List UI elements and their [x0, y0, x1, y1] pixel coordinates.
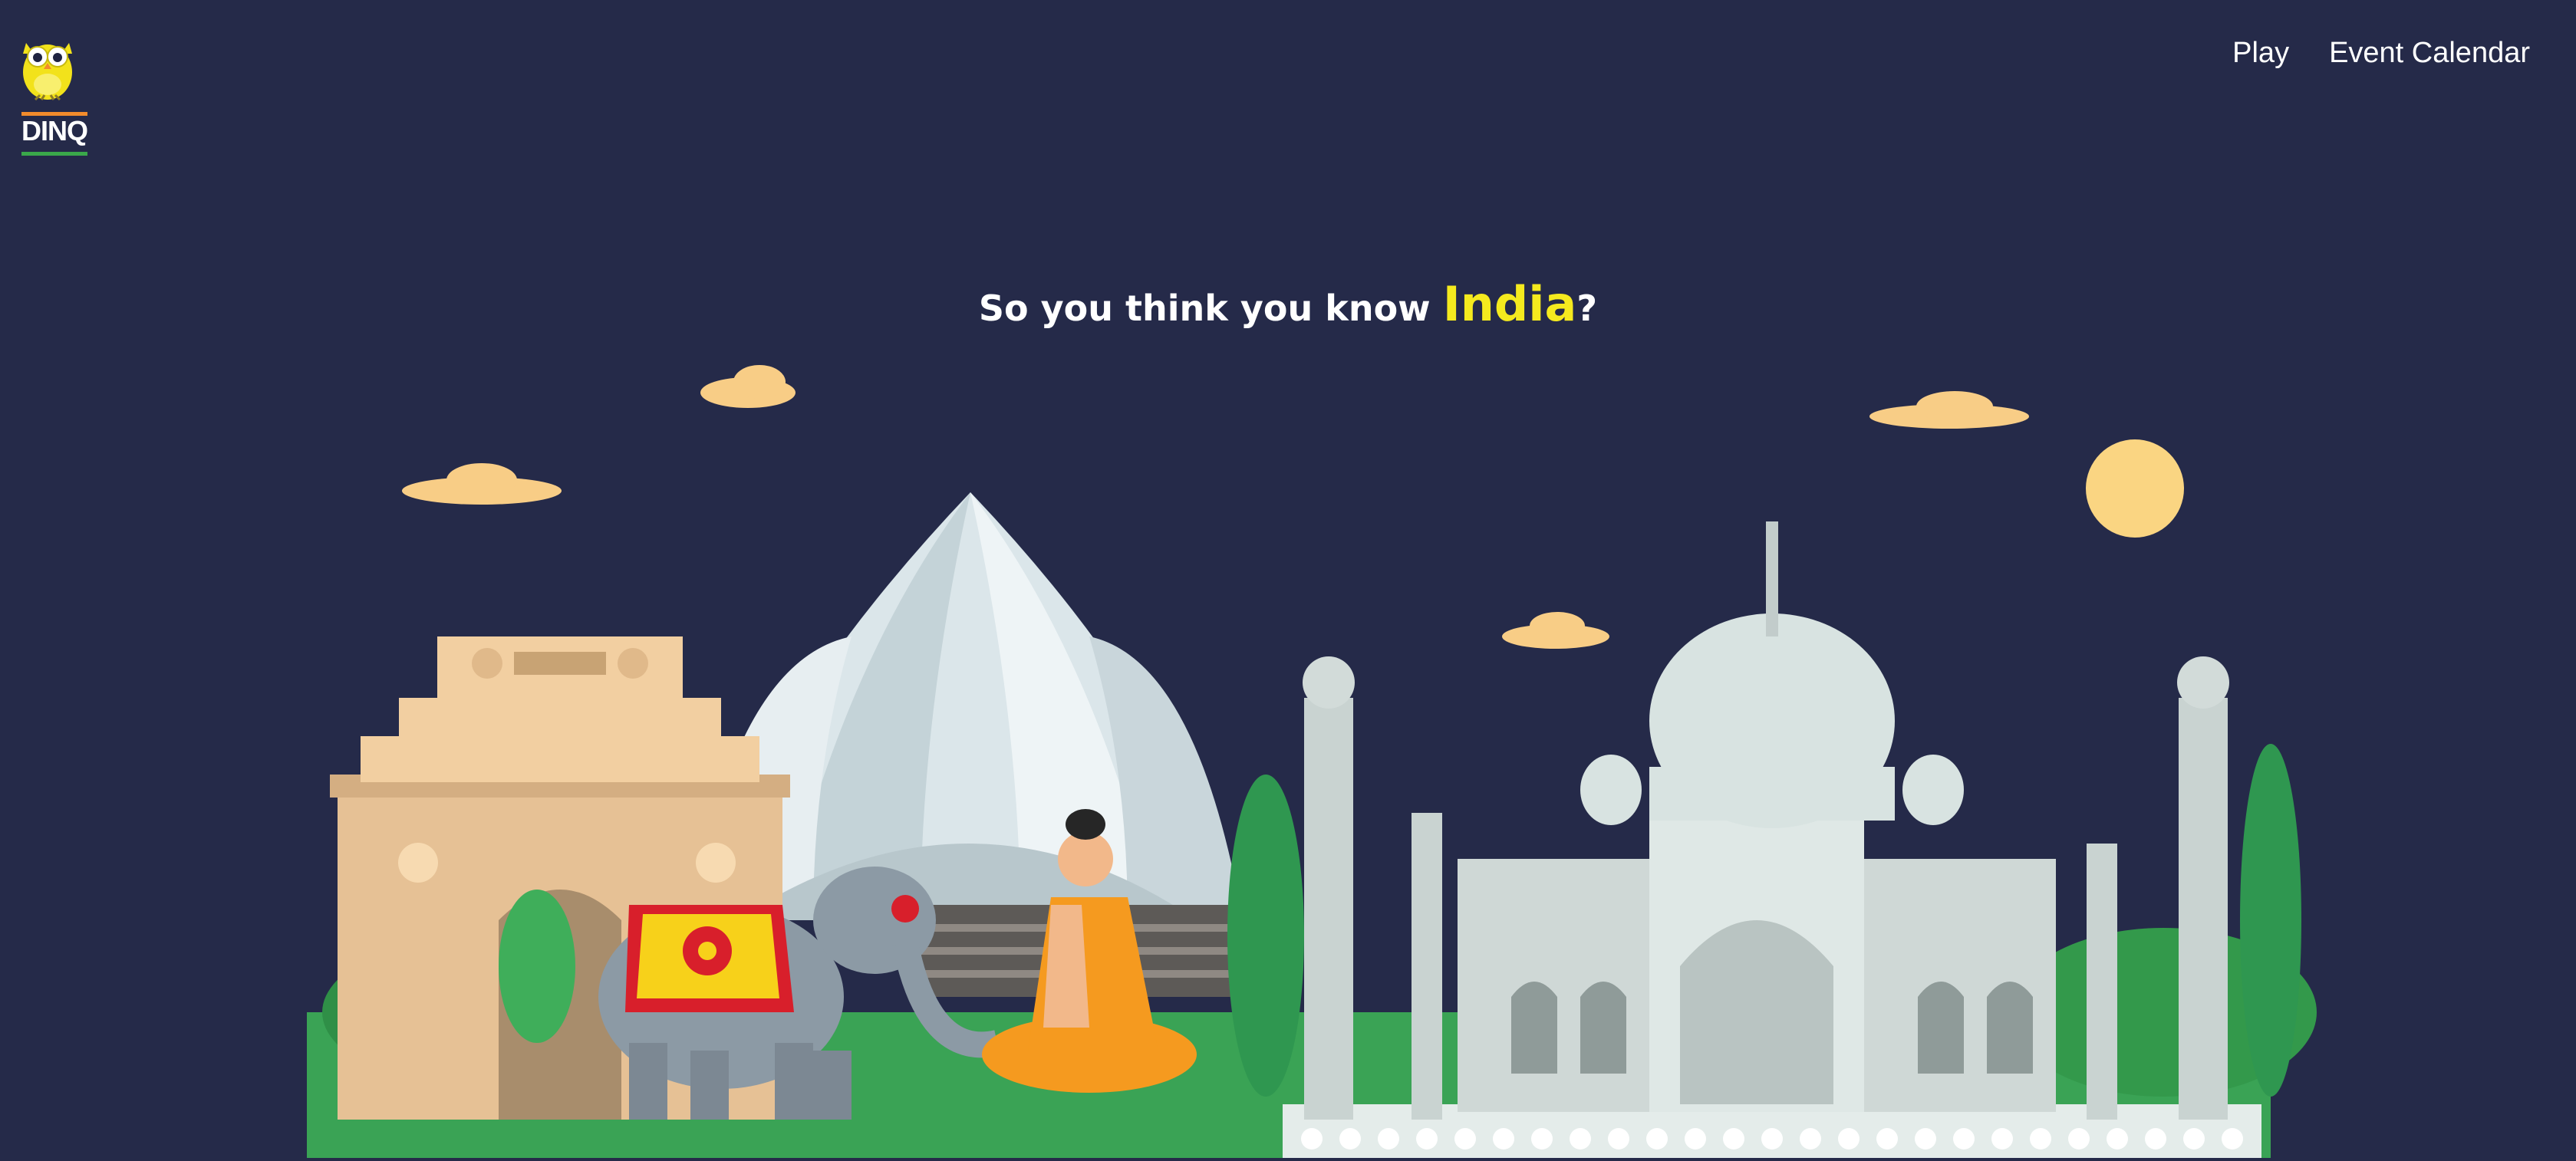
cloud-icon	[1869, 391, 2029, 429]
main-nav: Play Event Calendar	[2232, 37, 2530, 70]
owl-icon	[23, 43, 72, 101]
hero-title: So you think you know India?	[0, 276, 2576, 332]
site-header: DINQ Play Event Calendar	[0, 0, 2576, 176]
india-landmarks-illustration	[0, 337, 2576, 1158]
dinq-logo[interactable]: DINQ	[18, 28, 95, 163]
hero-title-suffix: ?	[1576, 288, 1598, 329]
taj-mahal-icon	[1283, 521, 2261, 1158]
hero-title-highlight: India	[1442, 276, 1577, 332]
cloud-icon	[700, 365, 796, 408]
nav-event-calendar-link[interactable]: Event Calendar	[2329, 37, 2530, 70]
brand-name: DINQ	[21, 115, 88, 146]
cloud-icon	[1502, 612, 1609, 649]
illustration-svg	[307, 365, 2317, 1158]
hero-title-prefix: So you think you know	[978, 288, 1443, 329]
logo-green-bar	[21, 152, 87, 156]
sun-icon	[2086, 439, 2184, 538]
nav-play-link[interactable]: Play	[2232, 37, 2289, 70]
cloud-icon	[402, 463, 562, 505]
